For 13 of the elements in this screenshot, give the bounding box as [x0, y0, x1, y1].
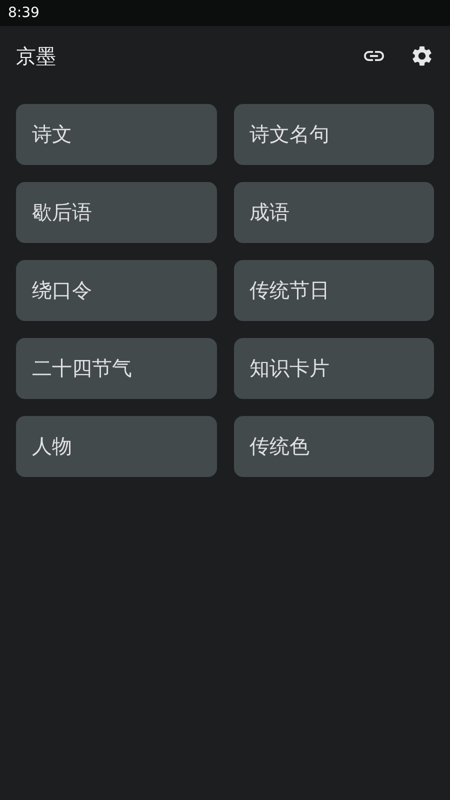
- category-button[interactable]: 歇后语: [16, 182, 216, 243]
- category-button[interactable]: 诗文: [16, 104, 216, 165]
- category-button[interactable]: 传统色: [234, 416, 434, 477]
- category-button[interactable]: 成语: [234, 182, 434, 243]
- category-button[interactable]: 诗文名句: [234, 104, 434, 165]
- settings-icon[interactable]: [410, 44, 434, 68]
- status-time: 8:39: [8, 5, 40, 21]
- category-button[interactable]: 传统节日: [234, 260, 434, 321]
- category-button[interactable]: 二十四节气: [16, 338, 216, 399]
- app-title: 京墨: [16, 42, 56, 70]
- category-button[interactable]: 知识卡片: [234, 338, 434, 399]
- category-button[interactable]: 人物: [16, 416, 216, 477]
- category-button[interactable]: 绕口令: [16, 260, 216, 321]
